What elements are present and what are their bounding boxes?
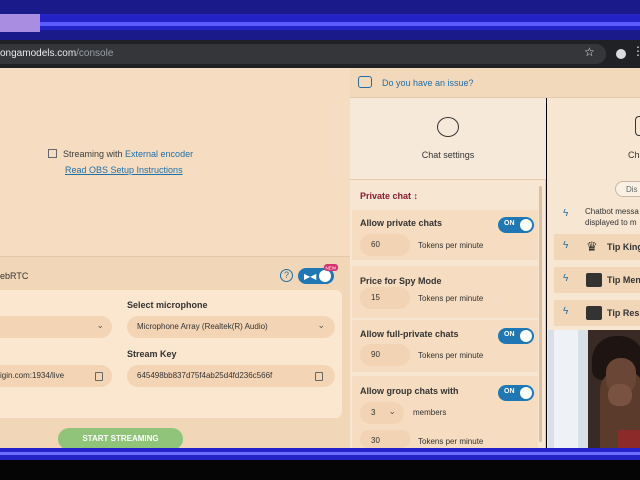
support-chat-icon[interactable] bbox=[358, 76, 372, 88]
stream-key-field[interactable]: 645498bb837d75f4ab25d4fd236c566f bbox=[127, 365, 335, 387]
disable-button[interactable]: Dis bbox=[615, 181, 640, 197]
external-encoder-link[interactable]: External encoder bbox=[125, 149, 193, 159]
chat-settings-title: Chat settings bbox=[421, 150, 475, 160]
tokens-per-minute-label: Tokens per minute bbox=[418, 241, 484, 250]
screen: ongamodels.com/console ☆ ⋮ Streaming wit… bbox=[0, 0, 640, 480]
url-domain: ongamodels.com bbox=[0, 48, 77, 59]
bolt-icon: ϟ bbox=[563, 306, 569, 317]
webrtc-label: ebRTC bbox=[0, 271, 29, 281]
browser-menu-icon[interactable]: ⋮ bbox=[632, 44, 640, 58]
microphone-select[interactable]: Microphone Array (Realtek(R) Audio) ⌄ bbox=[127, 316, 335, 338]
chatbot-title: Cha bbox=[628, 150, 640, 160]
decorative-top-band bbox=[0, 0, 640, 40]
bolt-icon: ϟ bbox=[563, 240, 569, 251]
private-tokens-input[interactable]: 60 bbox=[360, 234, 410, 256]
members-label: members bbox=[413, 408, 447, 417]
webcam-overlay bbox=[548, 330, 640, 460]
chatbot-line-2: displayed to m bbox=[585, 218, 637, 227]
private-chat-label: Private chat bbox=[360, 191, 412, 201]
tip-menu-label: Tip Men bbox=[607, 275, 640, 285]
band-purple-block bbox=[0, 14, 40, 32]
help-icon[interactable]: ? bbox=[280, 269, 293, 282]
band-circuit-line bbox=[0, 22, 640, 26]
private-chat-heading[interactable]: Private chat ↕ bbox=[360, 191, 418, 201]
microphone-value: Microphone Array (Realtek(R) Audio) bbox=[137, 322, 268, 331]
copy-icon[interactable] bbox=[315, 372, 323, 381]
bolt-icon: ϟ bbox=[563, 208, 569, 219]
toggle-knob bbox=[520, 387, 532, 399]
spy-tokens-input[interactable]: 15 bbox=[360, 287, 410, 309]
allow-private-label: Allow private chats bbox=[360, 218, 443, 228]
camera-icon: ▶◀ bbox=[304, 272, 317, 281]
encoder-prefix: Streaming with bbox=[63, 149, 126, 159]
crown-icon: ♛ bbox=[586, 239, 598, 254]
stream-key-value: 645498bb837d75f4ab25d4fd236c566f bbox=[137, 371, 273, 380]
bolt-icon: ϟ bbox=[563, 273, 569, 284]
external-link-icon bbox=[48, 149, 57, 158]
new-badge: NEW bbox=[326, 266, 337, 271]
group-members-value: 3 bbox=[371, 408, 376, 417]
group-members-select[interactable]: 3 ⌄ bbox=[360, 402, 404, 424]
webcam-door bbox=[554, 330, 578, 460]
sort-icon: ↕ bbox=[413, 191, 419, 201]
obs-instructions-link[interactable]: Read OBS Setup Instructions bbox=[65, 165, 183, 175]
copy-icon[interactable] bbox=[95, 372, 103, 381]
bottom-circuit-line bbox=[0, 452, 640, 455]
microphone-label: Select microphone bbox=[127, 300, 208, 310]
extension-icon[interactable] bbox=[616, 49, 626, 59]
toggle-on-label: ON bbox=[504, 220, 515, 227]
scrollbar[interactable] bbox=[539, 186, 542, 442]
spy-mode-label: Price for Spy Mode bbox=[360, 276, 442, 286]
bottom-black-bar bbox=[0, 460, 640, 480]
server-url-value: igin.com:1934/live bbox=[0, 371, 65, 380]
chat-bubble-icon bbox=[437, 117, 459, 137]
tokens-per-minute-label: Tokens per minute bbox=[418, 294, 484, 303]
chat-settings-header[interactable] bbox=[350, 98, 546, 180]
webrtc-toggle[interactable]: ▶◀ NEW bbox=[298, 264, 338, 286]
encoder-info: Streaming with External encoder bbox=[48, 149, 193, 159]
speech-bubble-icon bbox=[586, 306, 602, 320]
tip-king-label: Tip King bbox=[607, 242, 640, 252]
start-streaming-button[interactable]: START STREAMING bbox=[58, 428, 183, 450]
chatbot-line-1: Chatbot messa bbox=[585, 207, 639, 216]
menu-list-icon bbox=[586, 273, 602, 287]
toggle-knob bbox=[520, 330, 532, 342]
full-private-label: Allow full-private chats bbox=[360, 329, 459, 339]
toggle-on-label: ON bbox=[504, 388, 515, 395]
tip-response-label: Tip Resp bbox=[607, 308, 640, 318]
webcam-hand bbox=[608, 384, 632, 406]
tokens-per-minute-label: Tokens per minute bbox=[418, 351, 484, 360]
url-path: /console bbox=[76, 48, 114, 59]
toggle-on-label: ON bbox=[504, 331, 515, 338]
full-private-tokens-input[interactable]: 90 bbox=[360, 344, 410, 366]
camera-select[interactable]: ⌄ bbox=[0, 316, 112, 338]
tokens-per-minute-label: Tokens per minute bbox=[418, 437, 484, 446]
chevron-down-icon: ⌄ bbox=[388, 406, 396, 416]
issue-link[interactable]: Do you have an issue? bbox=[382, 78, 474, 88]
full-private-toggle[interactable]: ON bbox=[498, 328, 534, 344]
stream-key-label: Stream Key bbox=[127, 349, 177, 359]
allow-private-toggle[interactable]: ON bbox=[498, 217, 534, 233]
chevron-down-icon: ⌄ bbox=[96, 320, 104, 330]
chevron-down-icon: ⌄ bbox=[317, 320, 325, 330]
group-chat-toggle[interactable]: ON bbox=[498, 385, 534, 401]
group-chat-label: Allow group chats with bbox=[360, 386, 459, 396]
chatbot-icon bbox=[635, 116, 640, 136]
address-text[interactable]: ongamodels.com/console bbox=[0, 48, 113, 59]
group-tokens-input[interactable]: 30 bbox=[360, 430, 410, 448]
bookmark-star-icon[interactable]: ☆ bbox=[584, 45, 595, 59]
toggle-knob bbox=[520, 219, 532, 231]
chatbot-message-text: Chatbot messa displayed to m bbox=[585, 206, 639, 228]
